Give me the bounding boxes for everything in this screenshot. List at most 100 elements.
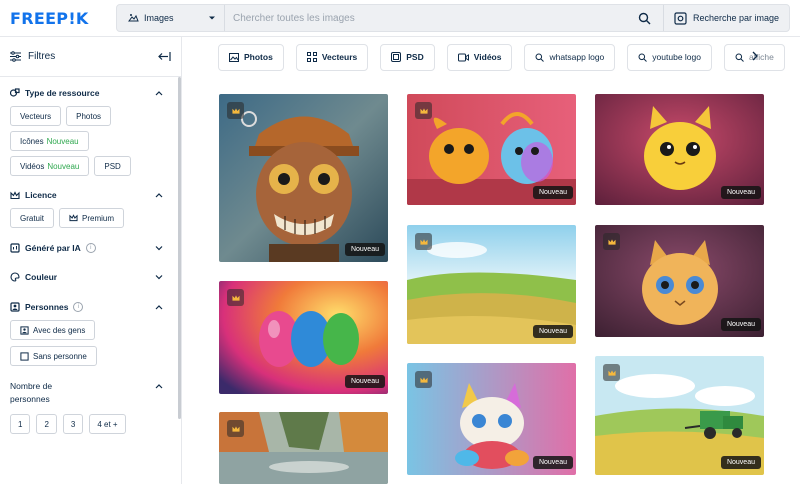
licence-title: Licence xyxy=(25,190,57,200)
chip-photos[interactable]: Photos xyxy=(66,106,112,126)
vector-icon xyxy=(306,52,317,62)
search-input[interactable] xyxy=(225,5,633,31)
new-badge: Nouveau xyxy=(344,243,385,256)
people-count-toggle[interactable]: Nombre de personnes xyxy=(10,380,171,406)
resource-type-title: Type de ressource xyxy=(25,88,100,98)
people-count-section: Nombre de personnes 1 2 3 4 et + xyxy=(0,380,181,434)
ai-toggle[interactable]: Généré par IA i xyxy=(10,235,171,261)
info-icon[interactable]: i xyxy=(73,302,84,312)
type-select-label: Images xyxy=(144,13,174,23)
chevron-down-icon xyxy=(209,16,215,20)
tab-whatsapp-logo[interactable]: whatsapp logo xyxy=(524,43,616,71)
ai-title: Généré par IA xyxy=(25,243,81,253)
chip-psd[interactable]: PSD xyxy=(94,156,131,176)
chip-videos[interactable]: Vidéos Nouveau xyxy=(10,156,90,176)
people-chips: Avec des gens Sans personne xyxy=(10,320,171,366)
content-tabs: Photos Vecteurs PSD Vidéos whatsapp logo… xyxy=(218,43,793,71)
licence-section: Licence Gratuit Premium xyxy=(0,182,181,228)
collapse-sidebar-icon[interactable] xyxy=(157,51,171,62)
chip-vecteurs[interactable]: Vecteurs xyxy=(10,106,62,126)
tab-vecteurs[interactable]: Vecteurs xyxy=(295,43,369,71)
people-toggle[interactable]: Personnes i xyxy=(10,294,171,320)
image-search-label: Recherche par image xyxy=(692,13,779,23)
search-bar: Images Recherche par image xyxy=(116,4,790,32)
resource-type-toggle[interactable]: Type de ressource xyxy=(10,80,171,106)
image-card-cartoon-animals[interactable]: Nouveau xyxy=(407,94,576,205)
ai-section: Généré par IA i xyxy=(0,235,181,261)
resource-type-chips: Vecteurs Photos Icônes Nouveau Vidéos Nouv… xyxy=(10,106,171,176)
ai-icon xyxy=(10,243,20,253)
crown-icon xyxy=(10,190,20,199)
people-count-title: Nombre de personnes xyxy=(10,381,53,404)
chip-count-3[interactable]: 3 xyxy=(62,414,84,434)
type-select[interactable]: Images xyxy=(117,5,225,31)
premium-crown-icon xyxy=(415,233,432,250)
filters-title: Filtres xyxy=(28,51,56,62)
info-icon[interactable]: i xyxy=(85,243,96,253)
search-icon xyxy=(639,12,651,24)
filters-sidebar: Filtres Type de ressource Vecteurs Photo… xyxy=(0,37,182,484)
image-card-yellow-cat-pokemon[interactable]: Nouveau xyxy=(595,94,764,205)
premium-crown-icon xyxy=(415,371,432,388)
premium-crown-icon xyxy=(415,102,432,119)
river-landscape-image xyxy=(219,412,388,484)
chip-count-1[interactable]: 1 xyxy=(10,414,31,434)
image-card-river-landscape[interactable] xyxy=(219,412,388,484)
chevron-up-icon xyxy=(155,193,163,198)
chip-count-2[interactable]: 2 xyxy=(36,414,57,434)
search-button[interactable] xyxy=(633,6,657,30)
new-label: Nouveau xyxy=(47,161,80,171)
chip-icones[interactable]: Icônes Nouveau xyxy=(10,131,89,151)
filters-icon xyxy=(10,51,21,62)
premium-crown-icon xyxy=(227,420,244,437)
chevron-up-icon xyxy=(155,305,163,310)
tab-videos[interactable]: Vidéos xyxy=(446,43,513,71)
steampunk-monkey-image xyxy=(219,94,388,262)
chevron-right-icon[interactable] xyxy=(750,50,760,62)
people-section: Personnes i Avec des gens Sans personne xyxy=(0,294,181,366)
image-card-rainbow-kitten[interactable]: Nouveau xyxy=(407,363,576,475)
new-badge: Nouveau xyxy=(532,456,573,469)
chevron-down-icon xyxy=(155,246,163,251)
color-title: Couleur xyxy=(25,272,58,282)
chip-with-people[interactable]: Avec des gens xyxy=(10,320,96,340)
image-card-golden-cat-ball[interactable]: Nouveau xyxy=(595,225,764,337)
image-card-rainbow-eggs[interactable]: Nouveau xyxy=(219,281,388,394)
psd-icon xyxy=(391,52,402,62)
search-icon xyxy=(535,53,545,62)
chip-count-4plus[interactable]: 4 et + xyxy=(89,414,126,434)
person-frame-icon xyxy=(10,302,20,312)
tab-youtube-logo[interactable]: youtube logo xyxy=(627,43,712,71)
sidebar-scrollbar[interactable] xyxy=(178,77,181,419)
chip-gratuit[interactable]: Gratuit xyxy=(10,208,55,228)
people-count-chips: 1 2 3 4 et + xyxy=(10,414,171,434)
premium-crown-icon xyxy=(227,289,244,306)
image-search-button[interactable]: Recherche par image xyxy=(662,5,789,31)
image-type-icon xyxy=(128,14,139,22)
search-icon xyxy=(638,53,648,62)
chip-without-people[interactable]: Sans personne xyxy=(10,346,97,366)
new-badge: Nouveau xyxy=(720,456,761,469)
chevron-down-icon xyxy=(155,275,163,280)
tab-psd[interactable]: PSD xyxy=(380,43,435,71)
tab-photos[interactable]: Photos xyxy=(218,43,284,71)
licence-toggle[interactable]: Licence xyxy=(10,182,171,208)
top-header: FREEP!K Images Recherche par image xyxy=(0,0,800,37)
palette-icon xyxy=(10,272,20,282)
new-badge: Nouveau xyxy=(720,318,761,331)
new-badge: Nouveau xyxy=(532,325,573,338)
premium-crown-icon xyxy=(227,102,244,119)
new-badge: Nouveau xyxy=(532,186,573,199)
image-card-wheat-field[interactable]: Nouveau xyxy=(407,225,576,344)
color-toggle[interactable]: Couleur xyxy=(10,264,171,290)
premium-crown-icon xyxy=(603,233,620,250)
image-card-tractor-field[interactable]: Nouveau xyxy=(595,356,764,475)
chevron-up-icon xyxy=(155,384,163,389)
image-card-steampunk-monkey[interactable]: Nouveau xyxy=(219,94,388,262)
photo-icon xyxy=(229,52,239,62)
video-icon xyxy=(457,53,469,61)
freepik-logo[interactable]: FREEP!K xyxy=(10,9,89,28)
chip-premium[interactable]: Premium xyxy=(59,208,125,228)
resource-type-icon xyxy=(10,88,20,97)
camera-search-icon xyxy=(674,11,687,25)
